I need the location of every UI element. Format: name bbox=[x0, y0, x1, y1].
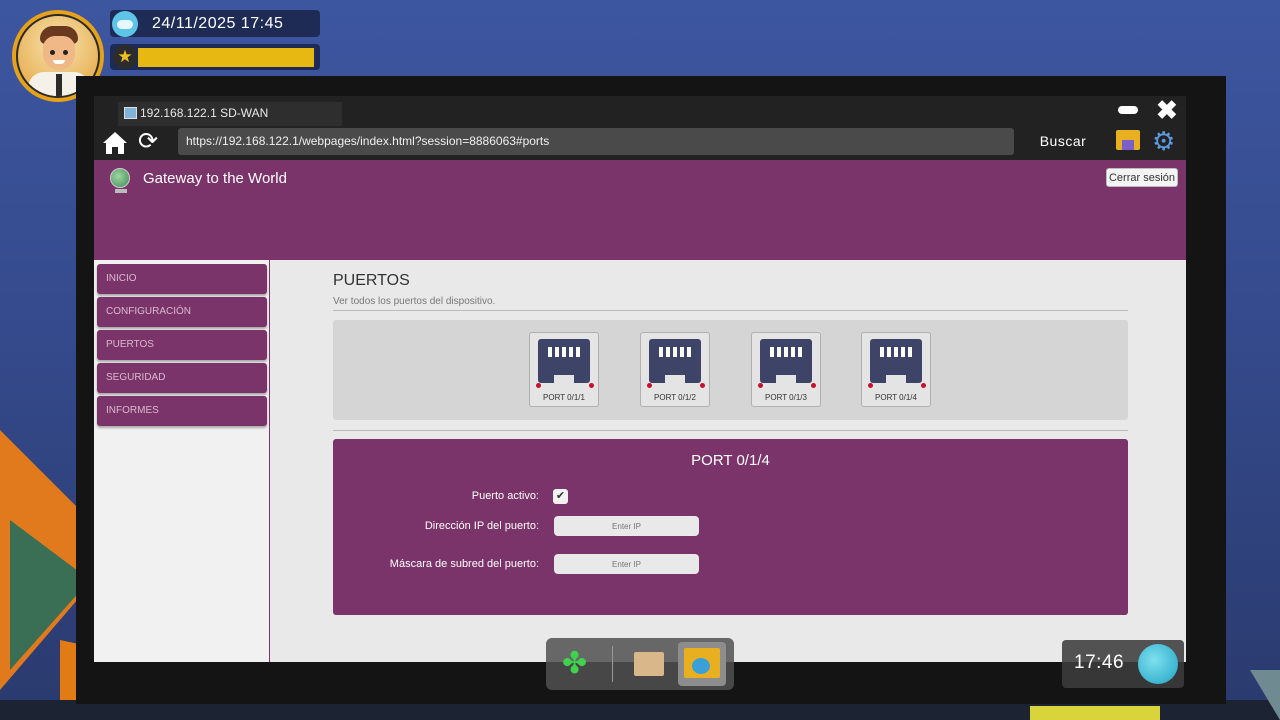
led-icon bbox=[647, 383, 652, 388]
web-page: Gateway to the World Cerrar sesión INICI… bbox=[94, 160, 1186, 662]
led-icon bbox=[758, 383, 763, 388]
network-icon[interactable] bbox=[1138, 644, 1178, 684]
close-button[interactable]: ✖ bbox=[1156, 96, 1178, 124]
sidebar-item-puertos[interactable]: PUERTOS bbox=[97, 330, 267, 360]
led-icon bbox=[536, 383, 541, 388]
files-icon[interactable] bbox=[634, 652, 664, 676]
decor-shape bbox=[1030, 706, 1160, 720]
port-label: PORT 0/1/2 bbox=[654, 393, 696, 402]
port-label: PORT 0/1/1 bbox=[543, 393, 585, 402]
datetime-display: 24/11/2025 17:45 bbox=[110, 10, 320, 37]
active-label: Puerto activo: bbox=[471, 490, 539, 502]
led-icon bbox=[921, 383, 926, 388]
divider bbox=[333, 430, 1128, 431]
port-detail-panel: PORT 0/1/4 Puerto activo: ✔ Dirección IP… bbox=[333, 439, 1128, 615]
led-icon bbox=[589, 383, 594, 388]
port-label: PORT 0/1/4 bbox=[875, 393, 917, 402]
globe-icon bbox=[110, 168, 130, 193]
page-subtitle: Ver todos los puertos del dispositivo. bbox=[333, 296, 496, 307]
avatar-tie bbox=[56, 74, 62, 96]
sidebar-item-inicio[interactable]: INICIO bbox=[97, 264, 267, 294]
ethernet-port-icon bbox=[538, 339, 590, 383]
decor-shape bbox=[1250, 670, 1280, 720]
url-bar[interactable]: https://192.168.122.1/webpages/index.htm… bbox=[178, 128, 1014, 155]
port-button[interactable]: PORT 0/1/1 bbox=[529, 332, 599, 407]
tab-title: 192.168.122.1 SD-WAN bbox=[140, 106, 269, 120]
avatar-eye bbox=[50, 50, 55, 55]
ethernet-port-icon bbox=[649, 339, 701, 383]
page-title: PUERTOS bbox=[333, 272, 410, 289]
avatar-eye bbox=[63, 50, 68, 55]
dock-separator bbox=[612, 646, 613, 682]
sidebar-item-seguridad[interactable]: SEGURIDAD bbox=[97, 363, 267, 393]
search-button[interactable]: Buscar bbox=[1030, 128, 1096, 155]
port-button[interactable]: PORT 0/1/2 bbox=[640, 332, 710, 407]
port-button[interactable]: PORT 0/1/3 bbox=[751, 332, 821, 407]
clock-time: 17:46 bbox=[1074, 652, 1125, 673]
subnet-mask-input[interactable] bbox=[554, 554, 699, 574]
led-icon bbox=[811, 383, 816, 388]
site-header: Gateway to the World Cerrar sesión bbox=[94, 160, 1186, 260]
gear-icon[interactable]: ⚙ bbox=[1152, 128, 1175, 154]
led-icon bbox=[868, 383, 873, 388]
dock: ✤ bbox=[546, 638, 734, 690]
ip-label: Dirección IP del puerto: bbox=[424, 520, 539, 532]
sidebar: INICIO CONFIGURACIÓN PUERTOS SEGURIDAD I… bbox=[94, 260, 270, 662]
site-title: Gateway to the World bbox=[143, 170, 287, 187]
sidebar-item-configuracion[interactable]: CONFIGURACIÓN bbox=[97, 297, 267, 327]
port-button[interactable]: PORT 0/1/4 bbox=[861, 332, 931, 407]
tab-bar: 192.168.122.1 SD-WAN ✖ bbox=[94, 96, 1186, 126]
sidebar-item-informes[interactable]: INFORMES bbox=[97, 396, 267, 426]
clover-icon[interactable]: ✤ bbox=[562, 648, 587, 680]
navigation-bar: ⟳ https://192.168.122.1/webpages/index.h… bbox=[94, 126, 1186, 160]
folder-icon[interactable] bbox=[1116, 130, 1140, 150]
browser-tab[interactable]: 192.168.122.1 SD-WAN bbox=[118, 102, 342, 126]
browser-icon[interactable] bbox=[684, 648, 720, 678]
xp-bar-fill bbox=[138, 48, 314, 67]
logout-button[interactable]: Cerrar sesión bbox=[1106, 168, 1178, 187]
system-clock: 17:46 bbox=[1062, 640, 1184, 688]
avatar-face bbox=[43, 36, 75, 70]
port-label: PORT 0/1/3 bbox=[765, 393, 807, 402]
page-icon bbox=[124, 107, 137, 119]
ip-address-input[interactable] bbox=[554, 516, 699, 536]
led-icon bbox=[700, 383, 705, 388]
star-icon: ★ bbox=[113, 45, 137, 69]
mask-label: Máscara de subred del puerto: bbox=[389, 558, 539, 570]
ethernet-port-icon bbox=[870, 339, 922, 383]
browser-window: 192.168.122.1 SD-WAN ✖ ⟳ https://192.168… bbox=[94, 96, 1186, 662]
divider bbox=[333, 310, 1128, 311]
home-icon[interactable] bbox=[102, 130, 128, 156]
refresh-icon[interactable]: ⟳ bbox=[138, 129, 158, 155]
weather-icon bbox=[112, 11, 138, 37]
main-content: PUERTOS Ver todos los puertos del dispos… bbox=[333, 260, 1128, 662]
ports-panel: PORT 0/1/1 PORT 0/1/2 PORT 0/1/3 PORT 0/… bbox=[333, 320, 1128, 420]
ethernet-port-icon bbox=[760, 339, 812, 383]
port-detail-title: PORT 0/1/4 bbox=[691, 452, 770, 469]
minimize-button[interactable] bbox=[1118, 106, 1138, 114]
port-active-checkbox[interactable]: ✔ bbox=[553, 489, 568, 504]
